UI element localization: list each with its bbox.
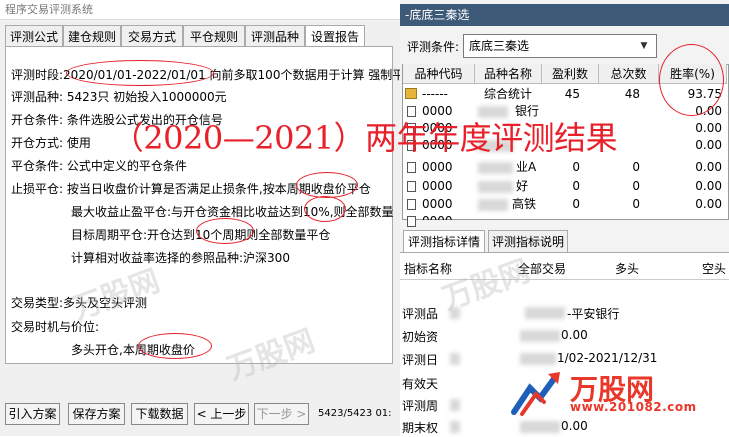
chevron-down-icon[interactable]: ▼ [634, 36, 654, 56]
brand-logo-icon [508, 368, 566, 421]
col-header-total[interactable]: 总次数 [599, 64, 659, 84]
detail-row-name: 评测周 [402, 399, 439, 413]
brand-url: www.201082.com [570, 400, 697, 414]
row-icon [407, 162, 416, 173]
close-value: 公式中定义的平仓条件 [66, 159, 187, 173]
detail-header-short: 空头 [702, 262, 727, 276]
row-name: 业A [516, 160, 537, 174]
close-label: 平仓条件: [11, 159, 64, 173]
redacted-value [525, 307, 565, 319]
tab-formula[interactable]: 评测公式 [5, 25, 63, 47]
redacted-value [520, 353, 556, 365]
detail-row-name: 评测品 [402, 307, 439, 321]
detail-row-name: 初始资 [402, 330, 439, 344]
redacted-name [478, 199, 508, 211]
annotation-circle-stop [296, 172, 358, 198]
tab-trade-mode[interactable]: 交易方式 [121, 25, 183, 47]
condition-select[interactable]: 底底三秦选 [463, 34, 657, 58]
detail-row-value: 0.00 [561, 419, 588, 433]
benchmark-row: 计算相对收益率选择的参照品种:沪深300 [71, 251, 290, 265]
col-header-name[interactable]: 品种名称 [475, 64, 542, 84]
row-profit: 0 [572, 197, 580, 211]
annotation-circle-price [138, 333, 212, 359]
row-winrate: 0.00 [695, 197, 722, 211]
product-value: 5423只 初始投入1000000元 [66, 90, 227, 104]
stop-label: 止损平仓: [11, 182, 64, 196]
row-winrate: 0.00 [695, 179, 722, 193]
row-total: 0 [632, 160, 640, 174]
detail-row-name: 评测日 [402, 353, 439, 367]
detail-header-long: 多头 [615, 262, 640, 276]
row-total: 0 [632, 197, 640, 211]
save-scheme-button[interactable]: 保存方案 [68, 403, 125, 425]
summary-profit: 45 [564, 87, 580, 101]
row-name: 高铁 [512, 197, 537, 211]
row-code: 0000 [422, 160, 453, 174]
product-row: 评测品种: 5423只 初始投入1000000元 [11, 88, 227, 105]
row-total: 0 [632, 179, 640, 193]
redacted-name [450, 353, 460, 365]
results-title: -底底三秦选 [400, 4, 729, 26]
row-name: 好 [516, 179, 529, 193]
redacted-value [520, 330, 560, 342]
row-icon [407, 181, 416, 192]
next-step-button[interactable]: 下一步 > [254, 403, 309, 425]
annotation-circle-period [66, 60, 214, 86]
row-winrate: 0.00 [695, 160, 722, 174]
tab-products[interactable]: 评测品种 [245, 25, 305, 47]
row-code: 0000 [422, 179, 453, 193]
detail-row-name: 期末权 [402, 421, 439, 435]
row-code: 0000 [422, 197, 453, 211]
detail-row-name: 有效天 [402, 377, 439, 391]
download-data-button[interactable]: 下载数据 [131, 403, 188, 425]
import-scheme-button[interactable]: 引入方案 [5, 403, 60, 425]
row-icon [407, 199, 416, 210]
summary-code: ------ [422, 87, 448, 101]
redacted-name [450, 421, 460, 433]
detail-row-value: 1/02-2021/12/31 [557, 351, 658, 365]
tab-open-rules[interactable]: 建仓规则 [63, 25, 121, 47]
col-header-code[interactable]: 品种代码 [403, 64, 475, 84]
summary-icon [405, 88, 417, 99]
close-condition-row: 平仓条件: 公式中定义的平仓条件 [11, 157, 187, 174]
row-profit: 0 [572, 160, 580, 174]
row-profit: 0 [572, 179, 580, 193]
redacted-name [478, 181, 513, 193]
redacted-name [478, 162, 513, 174]
annotation-circle-winrate [659, 44, 724, 116]
window-title: 程序交易评测系统 [0, 0, 400, 20]
tab-close-rules[interactable]: 平仓规则 [183, 25, 245, 47]
col-header-profit[interactable]: 盈利数 [542, 64, 599, 84]
product-label: 评测品种: [11, 90, 64, 104]
overlay-heading: （2020—2021）两年年度评测结果 [111, 119, 618, 157]
detail-row-value: -平安银行 [567, 307, 620, 321]
summary-name: 综合统计 [484, 87, 533, 101]
annotation-circle-target [196, 218, 254, 244]
tab-indicator-detail[interactable]: 评测指标详情 [403, 230, 485, 254]
summary-total: 48 [624, 87, 640, 101]
prev-step-button[interactable]: < 上一步 [194, 403, 249, 425]
tab-indicator-explain[interactable]: 评测指标说明 [488, 230, 568, 252]
row-icon [407, 216, 416, 227]
annotation-circle-profit [304, 196, 346, 222]
redacted-name [450, 399, 460, 411]
period-tail: 向前多取100个数据用于计算 强制平 [209, 68, 405, 82]
redacted-value [520, 421, 560, 433]
condition-label: 评测条件: [407, 40, 460, 54]
progress-status: 5423/5423 01: [318, 408, 392, 419]
detail-row-value: 0.00 [561, 328, 588, 342]
row-code: 0000 [422, 213, 453, 220]
period-label: 评测时段: [11, 68, 64, 82]
